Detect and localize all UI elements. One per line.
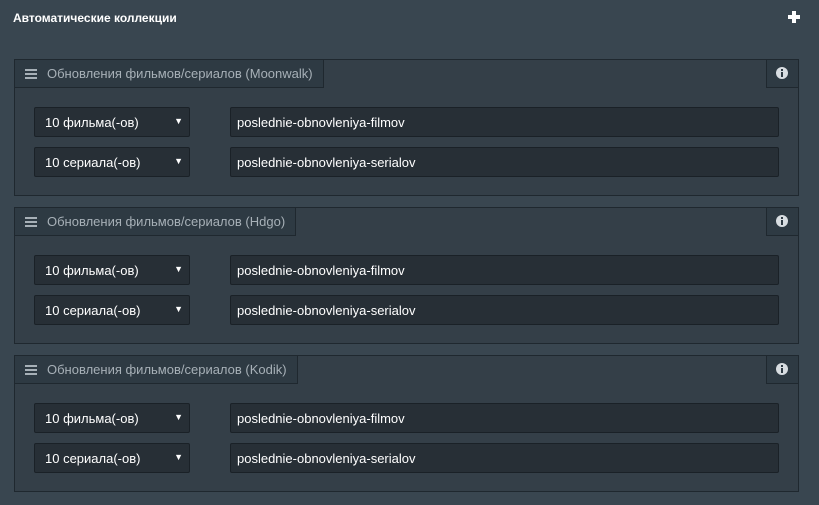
info-button[interactable] [766,208,798,236]
menu-icon[interactable] [25,216,37,227]
panel-header: Обновления фильмов/сериалов (Kodik) [15,356,298,384]
info-button[interactable] [766,356,798,384]
menu-icon[interactable] [25,364,37,375]
count-select[interactable]: 10 сериала(-ов) ▼ [34,443,190,473]
collections-header: Автоматические коллекции [0,0,819,38]
info-icon [776,215,788,227]
count-select[interactable]: 10 сериала(-ов) ▼ [34,147,190,177]
slug-input[interactable] [230,147,779,177]
count-select[interactable]: 10 фильма(-ов) ▼ [34,403,190,433]
caret-down-icon: ▼ [174,116,183,126]
select-value: 10 фильма(-ов) [45,263,139,278]
add-collection-button[interactable] [785,8,803,26]
count-select[interactable]: 10 сериала(-ов) ▼ [34,295,190,325]
collection-panel: Обновления фильмов/сериалов (Moonwalk) 1… [14,59,799,196]
menu-icon[interactable] [25,68,37,79]
slug-input[interactable] [230,295,779,325]
select-value: 10 фильма(-ов) [45,411,139,426]
select-value: 10 фильма(-ов) [45,115,139,130]
caret-down-icon: ▼ [174,156,183,166]
panel-header: Обновления фильмов/сериалов (Hdgo) [15,208,297,236]
select-value: 10 сериала(-ов) [45,451,141,466]
info-icon [776,363,788,375]
panel-header: Обновления фильмов/сериалов (Moonwalk) [15,60,324,88]
page-title: Автоматические коллекции [13,11,177,25]
caret-down-icon: ▼ [174,264,183,274]
select-value: 10 сериала(-ов) [45,303,141,318]
count-select[interactable]: 10 фильма(-ов) ▼ [34,255,190,285]
count-select[interactable]: 10 фильма(-ов) ▼ [34,107,190,137]
panel-title: Обновления фильмов/сериалов (Kodik) [47,362,287,377]
panel-title: Обновления фильмов/сериалов (Hdgo) [47,214,286,229]
plus-icon [788,11,800,23]
info-icon [776,67,788,79]
caret-down-icon: ▼ [174,452,183,462]
info-button[interactable] [766,60,798,88]
slug-input[interactable] [230,107,779,137]
select-value: 10 сериала(-ов) [45,155,141,170]
caret-down-icon: ▼ [174,412,183,422]
caret-down-icon: ▼ [174,304,183,314]
slug-input[interactable] [230,403,779,433]
panel-title: Обновления фильмов/сериалов (Moonwalk) [47,66,313,81]
collection-panel: Обновления фильмов/сериалов (Hdgo) 10 фи… [14,207,799,344]
slug-input[interactable] [230,255,779,285]
slug-input[interactable] [230,443,779,473]
collection-panel: Обновления фильмов/сериалов (Kodik) 10 ф… [14,355,799,492]
